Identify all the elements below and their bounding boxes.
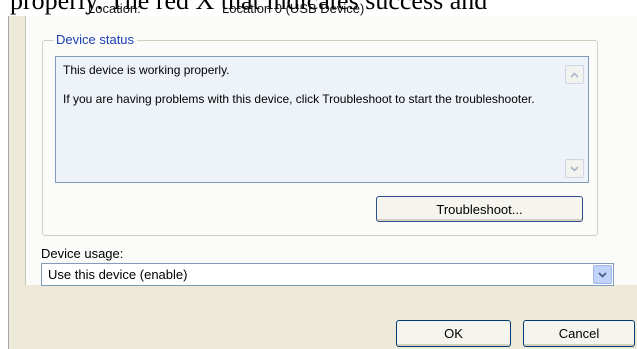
device-status-text: This device is working properly. If you …: [63, 63, 543, 121]
status-line-1: This device is working properly.: [63, 63, 230, 77]
location-label: Location:: [88, 1, 141, 16]
ok-button[interactable]: OK: [396, 320, 511, 347]
chevron-down-icon: [570, 165, 579, 172]
device-usage-select[interactable]: Use this device (enable): [41, 263, 614, 286]
device-usage-value: Use this device (enable): [48, 267, 188, 282]
device-status-textbox[interactable]: This device is working properly. If you …: [55, 56, 589, 183]
cancel-button[interactable]: Cancel: [523, 320, 635, 347]
chevron-up-icon: [570, 71, 579, 78]
scroll-down-button[interactable]: [565, 159, 584, 178]
dropdown-button[interactable]: [593, 265, 612, 284]
troubleshoot-button[interactable]: Troubleshoot...: [376, 196, 583, 222]
chevron-down-icon: [598, 271, 607, 278]
device-status-title: Device status: [53, 32, 138, 47]
device-usage-label: Device usage:: [41, 246, 124, 261]
status-line-2: If you are having problems with this dev…: [63, 92, 535, 106]
scroll-up-button[interactable]: [565, 65, 584, 84]
location-value: Location 0 (USB Device): [222, 1, 365, 16]
